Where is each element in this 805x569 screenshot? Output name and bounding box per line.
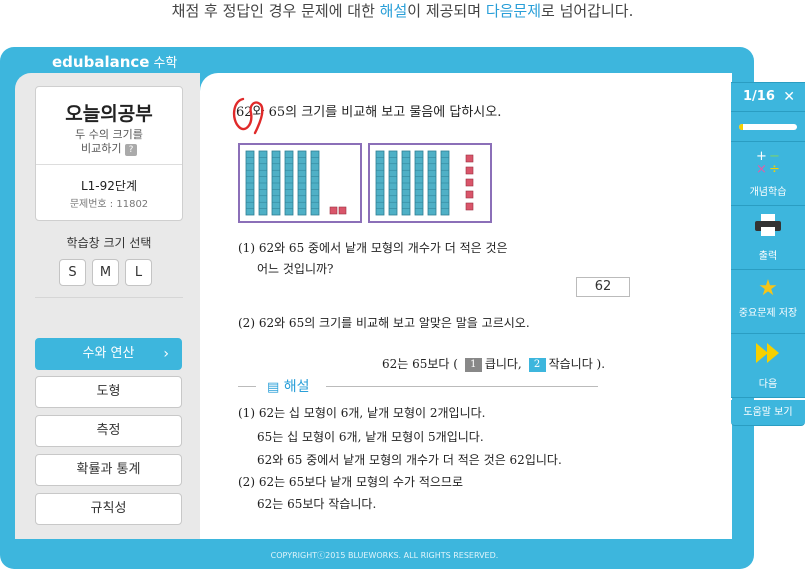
caption-text: 이 제공되며	[407, 2, 486, 20]
divider	[35, 297, 183, 298]
category-label: 측정	[96, 423, 121, 438]
block-model-62	[238, 143, 362, 223]
app-logo: edubalance 수학	[52, 52, 177, 71]
category-label: 규칙성	[90, 501, 127, 516]
logo-subject: 수학	[153, 56, 178, 71]
caption-highlight-explanation: 해설	[379, 2, 408, 20]
caption-highlight-next: 다음문제	[485, 2, 542, 20]
concept-study-button[interactable]: + − × ÷ 개념학습	[731, 142, 805, 206]
category-measurement[interactable]: 측정	[35, 415, 182, 447]
print-button[interactable]: 출력	[731, 206, 805, 270]
answer-input[interactable]: 62	[576, 277, 630, 297]
spacer	[731, 82, 805, 83]
svg-text:×: ×	[756, 162, 767, 174]
explanation-header: ▤ 해설	[238, 376, 598, 396]
divider	[326, 386, 598, 387]
size-select-group: S M L	[59, 259, 152, 286]
question-1-cont: 어느 것입니까?	[257, 262, 334, 276]
save-important-button[interactable]: ★ 중요문제 저장	[731, 270, 805, 334]
double-arrow-icon	[731, 340, 805, 373]
category-label: 수와 연산	[82, 346, 135, 361]
explanation-title-text: 해설	[283, 379, 310, 395]
category-label: 도형	[96, 384, 121, 399]
question-1: (1) 62와 65 중에서 낱개 모형의 개수가 더 적은 것은	[238, 241, 508, 255]
correct-mark-icon	[232, 97, 264, 135]
choice-1-label[interactable]: 큽니다,	[485, 357, 522, 371]
explanation-title: ▤ 해설	[263, 376, 314, 396]
divider	[238, 386, 256, 387]
block-model-graphic	[375, 150, 474, 216]
next-label: 다음	[758, 379, 778, 390]
math-operators-icon: + − × ÷	[731, 148, 805, 181]
choice-2-label[interactable]: 작습니다 ).	[549, 357, 605, 371]
progress-bar	[731, 112, 805, 142]
page-indicator: 1/16 ✕	[731, 82, 805, 112]
logo-text: edubalance	[52, 53, 150, 71]
category-patterns[interactable]: 규칙성	[35, 493, 182, 525]
explanation-line: 62와 65 중에서 낱개 모형의 개수가 더 적은 것은 62입니다.	[257, 453, 562, 467]
block-model-65	[368, 143, 492, 223]
progress-fill	[739, 124, 743, 130]
save-important-label: 중요문제 저장	[738, 308, 798, 319]
choice-2-badge[interactable]: 2	[528, 357, 546, 372]
explanation-line: 65는 십 모형이 6개, 낱개 모형이 5개입니다.	[257, 430, 484, 444]
lesson-card: 오늘의공부 두 수의 크기를 비교하기 ? L1-92단계 문제번호 : 118…	[35, 86, 183, 221]
lesson-description: 두 수의 크기를 비교하기 ?	[36, 128, 182, 156]
size-button-l[interactable]: L	[125, 259, 152, 286]
explanation-line: (2) 62는 65보다 낱개 모형의 수가 적으므로	[238, 475, 463, 489]
one-block	[465, 178, 474, 187]
help-button[interactable]: 도움말 보기	[731, 400, 805, 426]
caption: 채점 후 정답인 경우 문제에 대한 해설이 제공되며 다음문제로 넘어갑니다.	[0, 0, 805, 28]
close-icon[interactable]: ✕	[783, 82, 795, 112]
one-block	[465, 202, 474, 211]
explanation-line: (1) 62는 십 모형이 6개, 낱개 모형이 2개입니다.	[238, 406, 486, 420]
right-toolbar: 1/16 ✕ + − × ÷ 개념학습 출력 ★ 중요문제 저장 다음 도움말 보기	[731, 82, 805, 429]
caption-text: 채점 후 정답인 경우 문제에 대한	[171, 2, 380, 20]
copyright-footer: COPYRIGHTⓒ2015 BLUEWORKS. ALL RIGHTS RES…	[270, 551, 499, 560]
category-geometry[interactable]: 도형	[35, 376, 182, 408]
divider	[36, 164, 182, 165]
category-label: 확률과 통계	[76, 462, 141, 477]
print-label: 출력	[758, 251, 778, 262]
help-icon[interactable]: ?	[124, 144, 137, 156]
one-block	[465, 190, 474, 199]
one-block	[465, 166, 474, 175]
size-button-s[interactable]: S	[59, 259, 86, 286]
one-block	[329, 206, 338, 215]
star-icon: ★	[758, 276, 778, 301]
size-button-m[interactable]: M	[92, 259, 119, 286]
question-2-choices: 62는 65보다 ( 1 큽니다, 2 작습니다 ).	[382, 355, 605, 372]
page-number: 1/16	[743, 89, 775, 104]
block-model-graphic	[245, 150, 347, 216]
question-2: (2) 62와 65의 크기를 비교해 보고 알맞은 말을 고르시오.	[238, 316, 530, 330]
category-number-operations[interactable]: 수와 연산 ›	[35, 338, 182, 370]
choice-prefix: 62는 65보다 (	[382, 357, 458, 371]
one-block	[338, 206, 347, 215]
memo-icon: ▤	[267, 380, 280, 395]
svg-text:÷: ÷	[769, 162, 780, 174]
lesson-level: L1-92단계	[80, 179, 137, 193]
size-select-label: 학습창 크기 선택	[66, 236, 152, 250]
problem-number: 문제번호 : 11802	[69, 199, 149, 210]
category-statistics[interactable]: 확률과 통계	[35, 454, 182, 486]
lesson-desc-line: 비교하기	[81, 142, 122, 155]
lesson-desc-line: 두 수의 크기를	[75, 128, 143, 141]
next-button[interactable]: 다음	[731, 334, 805, 398]
one-block	[465, 154, 474, 163]
concept-study-label: 개념학습	[749, 187, 787, 198]
printer-icon	[731, 212, 805, 245]
help-label: 도움말 보기	[743, 407, 793, 418]
choice-1-badge[interactable]: 1	[464, 357, 482, 372]
caption-text: 로 넘어갑니다.	[541, 2, 634, 20]
chevron-right-icon: ›	[163, 346, 169, 362]
progress-track	[739, 124, 797, 130]
explanation-line: 62는 65보다 작습니다.	[257, 497, 377, 511]
lesson-title: 오늘의공부	[65, 103, 153, 125]
